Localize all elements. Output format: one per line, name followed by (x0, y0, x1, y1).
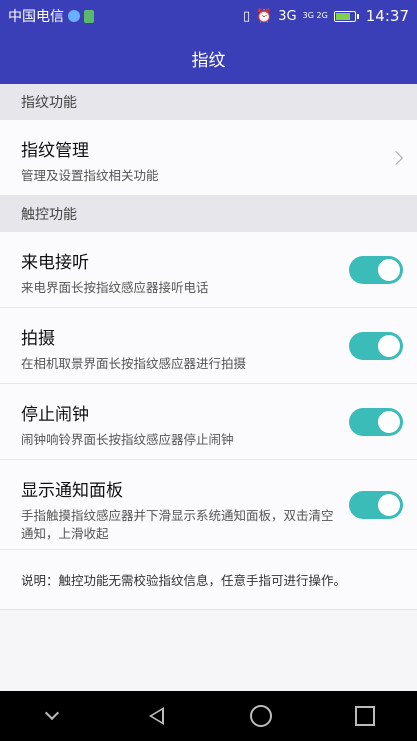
home-icon (249, 705, 272, 727)
chevron-right-icon (388, 150, 404, 165)
page-title: 指纹 (0, 32, 417, 84)
back-button[interactable] (126, 691, 186, 741)
sim-icon (84, 9, 94, 23)
item-subtitle: 在相机取景界面长按指纹感应器进行拍摄 (21, 356, 247, 371)
recents-icon (354, 706, 375, 726)
item-subtitle: 手指触摸指纹感应器并下滑显示系统通知面板，双击清空通知，上滑收起 (21, 508, 334, 541)
answer-call-item[interactable]: 来电接听 来电界面长按指纹感应器接听电话 (0, 232, 417, 308)
battery-icon (333, 10, 359, 22)
show-notification-panel-item[interactable]: 显示通知面板 手指触摸指纹感应器并下滑显示系统通知面板，双击清空通知，上滑收起 (0, 460, 417, 550)
stop-alarm-toggle[interactable] (349, 407, 403, 436)
chevron-down-icon (45, 705, 60, 721)
recents-button[interactable] (335, 691, 395, 741)
carrier-name: 中国电信 (8, 9, 64, 25)
item-subtitle: 管理及设置指纹相关功能 (21, 168, 159, 183)
toggle-knob (378, 258, 400, 281)
section-header-touch: 触控功能 (0, 196, 417, 232)
vibrate-icon: ▯ (242, 8, 251, 24)
navigation-bar (0, 691, 417, 741)
network-type: 3G (278, 8, 297, 24)
answer-call-toggle[interactable] (349, 255, 403, 284)
settings-list: 指纹功能 指纹管理 管理及设置指纹相关功能 触控功能 来电接听 来电界面长按指纹… (0, 84, 417, 610)
toggle-knob (378, 334, 400, 357)
take-photo-item[interactable]: 拍摄 在相机取景界面长按指纹感应器进行拍摄 (0, 308, 417, 384)
status-bar: 中国电信 ▯ ⏰ 3G 3G 2G 14:37 (0, 0, 417, 32)
item-subtitle: 闹钟响铃界面长按指纹感应器停止闹钟 (21, 432, 234, 447)
fingerprint-management-item[interactable]: 指纹管理 管理及设置指纹相关功能 (0, 120, 417, 196)
explanation-note: 说明：触控功能无需校验指纹信息，任意手指可进行操作。 (0, 550, 417, 610)
back-icon (148, 707, 164, 725)
section-header-fingerprint: 指纹功能 (0, 84, 417, 120)
clock: 14:37 (365, 7, 409, 25)
stop-alarm-item[interactable]: 停止闹钟 闹钟响铃界面长按指纹感应器停止闹钟 (0, 384, 417, 460)
take-photo-toggle[interactable] (349, 331, 403, 360)
alarm-icon: ⏰ (256, 8, 273, 24)
show-notification-panel-toggle[interactable] (349, 490, 403, 519)
status-icons: ▯ ⏰ 3G 3G 2G 14:37 (243, 7, 409, 25)
item-title: 指纹管理 (21, 141, 89, 161)
home-button[interactable] (231, 691, 291, 741)
item-title: 显示通知面板 (21, 481, 123, 501)
network-small: 3G 2G (302, 11, 328, 20)
toggle-knob (378, 410, 400, 433)
item-title: 拍摄 (21, 329, 55, 349)
item-title: 停止闹钟 (21, 405, 89, 425)
carrier-group: 中国电信 (8, 6, 94, 26)
hide-nav-button[interactable] (22, 691, 82, 741)
app-notification-icon (68, 10, 80, 22)
item-title: 来电接听 (21, 253, 89, 273)
item-subtitle: 来电界面长按指纹感应器接听电话 (21, 280, 209, 295)
toggle-knob (378, 493, 400, 516)
